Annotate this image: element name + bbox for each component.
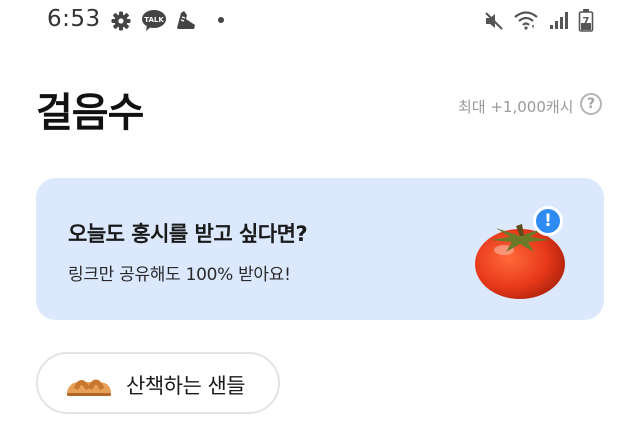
help-icon: ? [586,96,596,112]
status-time: 6:53 [47,6,101,32]
share-promo-banner[interactable]: 오늘도 홍시를 받고 싶다면? 링크만 공유해도 100% 받아요! ! [36,178,604,320]
battery-level-text: 7 [583,16,590,27]
alert-badge: ! [533,206,563,236]
max-reward-label: 최대 +1,000캐시 [458,98,574,116]
wifi-icon [514,11,538,30]
sandal-icon [67,379,111,396]
promo-subtitle: 링크만 공유해도 100% 받아요! [68,265,291,285]
help-button[interactable]: ? [580,93,602,115]
gear-icon [111,11,131,31]
mute-icon [485,12,503,30]
sneaker-icon [177,11,195,29]
sandal-walk-chip[interactable]: 산책하는 샌들 [36,352,280,414]
chip-label: 산책하는 샌들 [126,374,246,398]
signal-icon [550,12,568,29]
notification-dot-icon [218,17,224,23]
talk-badge-text: TALK [144,16,164,24]
status-bar: 6:53 TALK 7 [0,0,640,44]
promo-title: 오늘도 홍시를 받고 싶다면? [68,222,308,246]
kakaotalk-icon: TALK [142,10,166,31]
page-title: 걸음수 [36,90,144,136]
battery-icon: 7 [578,9,594,32]
alert-icon: ! [544,211,552,231]
